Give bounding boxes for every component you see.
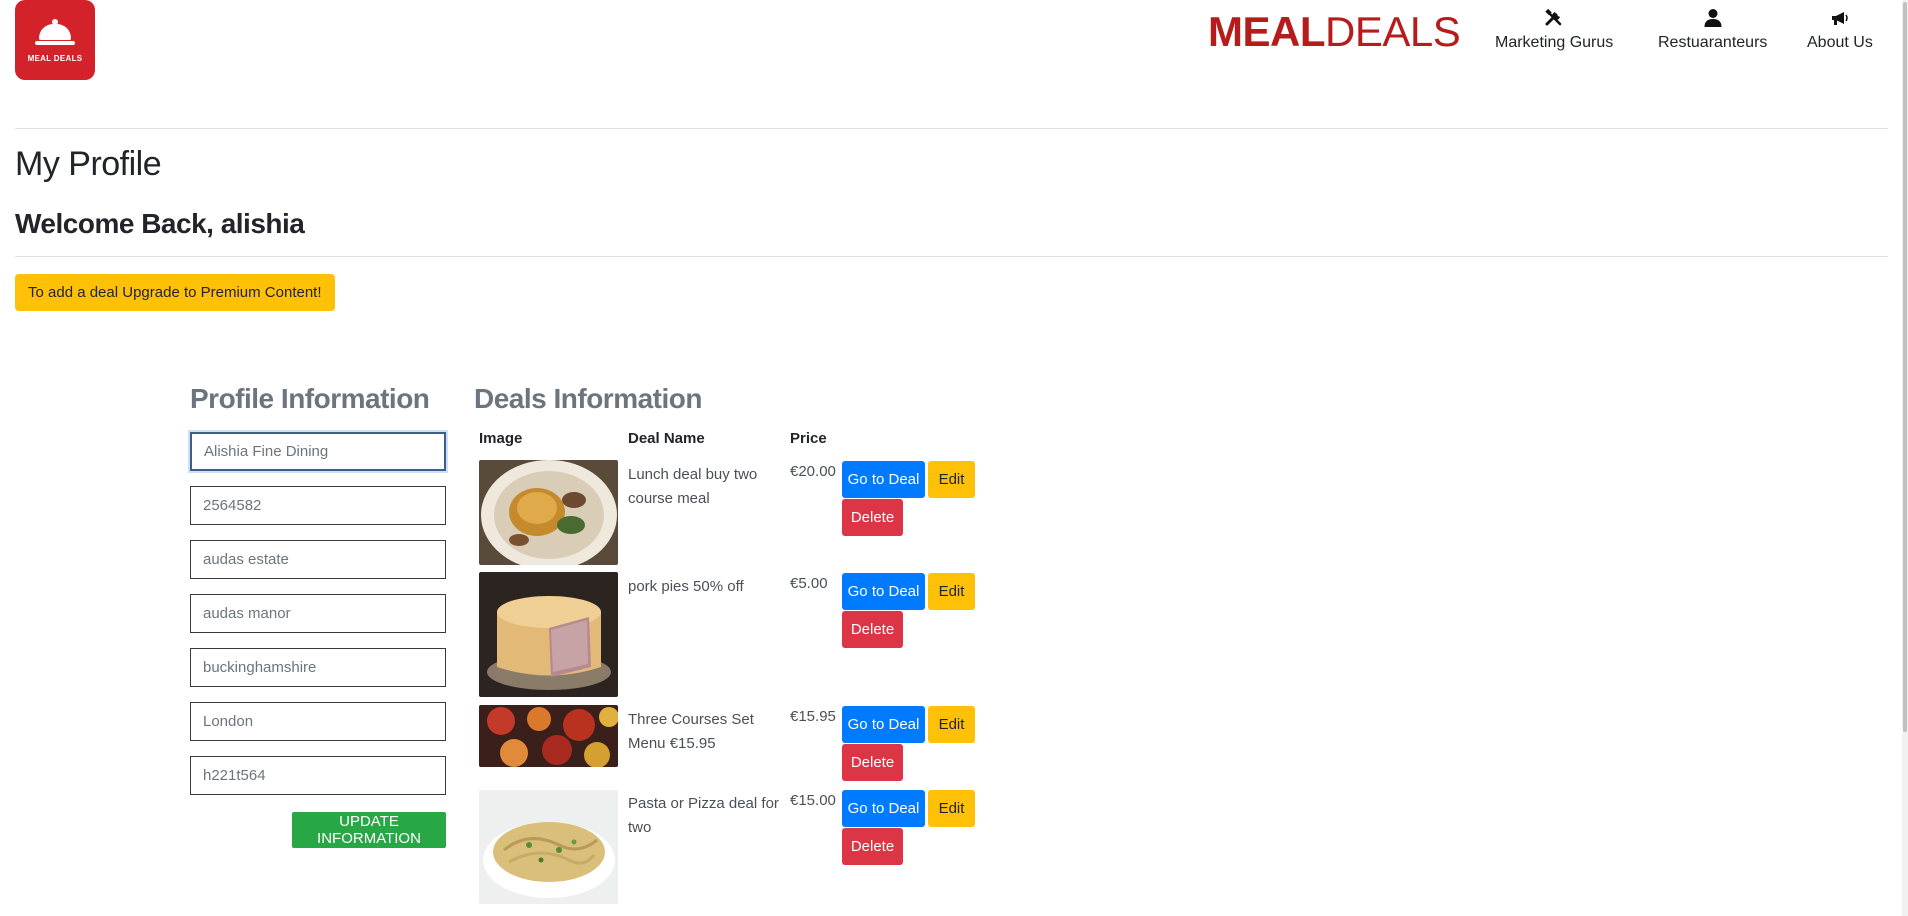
- brand-title[interactable]: MEALDEALS: [1208, 8, 1461, 56]
- edit-deal-button[interactable]: Edit: [928, 706, 975, 743]
- city-field[interactable]: [190, 702, 446, 741]
- restaurant-name-field[interactable]: [190, 432, 446, 471]
- tools-icon: [1545, 8, 1562, 26]
- nav-restuaranteurs-label: Restuaranteurs: [1658, 34, 1768, 51]
- set-menu-image: [479, 705, 618, 767]
- delete-deal-button[interactable]: Delete: [842, 611, 903, 648]
- header-divider: [15, 128, 1888, 129]
- edit-deal-button[interactable]: Edit: [928, 573, 975, 610]
- postcode-field[interactable]: [190, 756, 446, 795]
- go-to-deal-button[interactable]: Go to Deal: [842, 573, 925, 610]
- page-scrollbar[interactable]: [1902, 0, 1908, 916]
- cloche-icon: [35, 18, 75, 48]
- nav-marketing-gurus-label: Marketing Gurus: [1495, 34, 1614, 51]
- welcome-message: Welcome Back, alishia: [15, 208, 305, 239]
- nav-restuaranteurs[interactable]: Restuaranteurs: [1658, 8, 1767, 52]
- deal-price: €5.00: [790, 575, 828, 592]
- go-to-deal-button[interactable]: Go to Deal: [842, 461, 925, 498]
- pork-pie-image: [479, 572, 618, 697]
- go-to-deal-button[interactable]: Go to Deal: [842, 706, 925, 743]
- deal-name: Three Courses Set Menu €15.95: [628, 711, 754, 752]
- deals-information-title: Deals Information: [474, 383, 702, 414]
- nav-about-us-label: About Us: [1807, 34, 1873, 51]
- phone-field[interactable]: [190, 486, 446, 525]
- edit-deal-button[interactable]: Edit: [928, 790, 975, 827]
- megaphone-icon: [1831, 12, 1848, 25]
- deal-name: pork pies 50% off: [628, 578, 744, 595]
- go-to-deal-button[interactable]: Go to Deal: [842, 790, 925, 827]
- delete-deal-button[interactable]: Delete: [842, 499, 903, 536]
- nav-marketing-gurus[interactable]: Marketing Gurus: [1495, 8, 1613, 52]
- update-information-button[interactable]: UPDATE INFORMATION: [292, 812, 446, 848]
- section-divider: [15, 256, 1888, 257]
- nav-about-us[interactable]: About Us: [1807, 8, 1873, 52]
- county-field[interactable]: [190, 648, 446, 687]
- page-title: My Profile: [15, 145, 162, 183]
- deal-name: Pasta or Pizza deal for two: [628, 795, 779, 836]
- address-line2-field[interactable]: [190, 594, 446, 633]
- logo-text: MEAL DEALS: [27, 53, 83, 63]
- delete-deal-button[interactable]: Delete: [842, 744, 903, 781]
- column-header-image: Image: [479, 430, 523, 447]
- delete-deal-button[interactable]: Delete: [842, 828, 903, 865]
- brand-title-bold: MEAL: [1208, 8, 1326, 55]
- deal-price: €15.95: [790, 708, 836, 725]
- column-header-deal-name: Deal Name: [628, 430, 705, 447]
- scrollbar-thumb[interactable]: [1903, 2, 1907, 732]
- deal-price: €20.00: [790, 463, 836, 480]
- meal-deals-logo[interactable]: MEAL DEALS: [15, 0, 95, 80]
- brand-title-rest: DEALS: [1325, 8, 1461, 55]
- user-icon: [1704, 9, 1722, 27]
- address-line1-field[interactable]: [190, 540, 446, 579]
- column-header-price: Price: [790, 430, 827, 447]
- profile-information-title: Profile Information: [190, 383, 430, 414]
- deal-price: €15.00: [790, 792, 836, 809]
- edit-deal-button[interactable]: Edit: [928, 461, 975, 498]
- deal-name: Lunch deal buy two course meal: [628, 466, 758, 507]
- pasta-image: [479, 790, 618, 904]
- pie-dish-image: [479, 460, 618, 565]
- upgrade-premium-button[interactable]: To add a deal Upgrade to Premium Content…: [15, 274, 335, 311]
